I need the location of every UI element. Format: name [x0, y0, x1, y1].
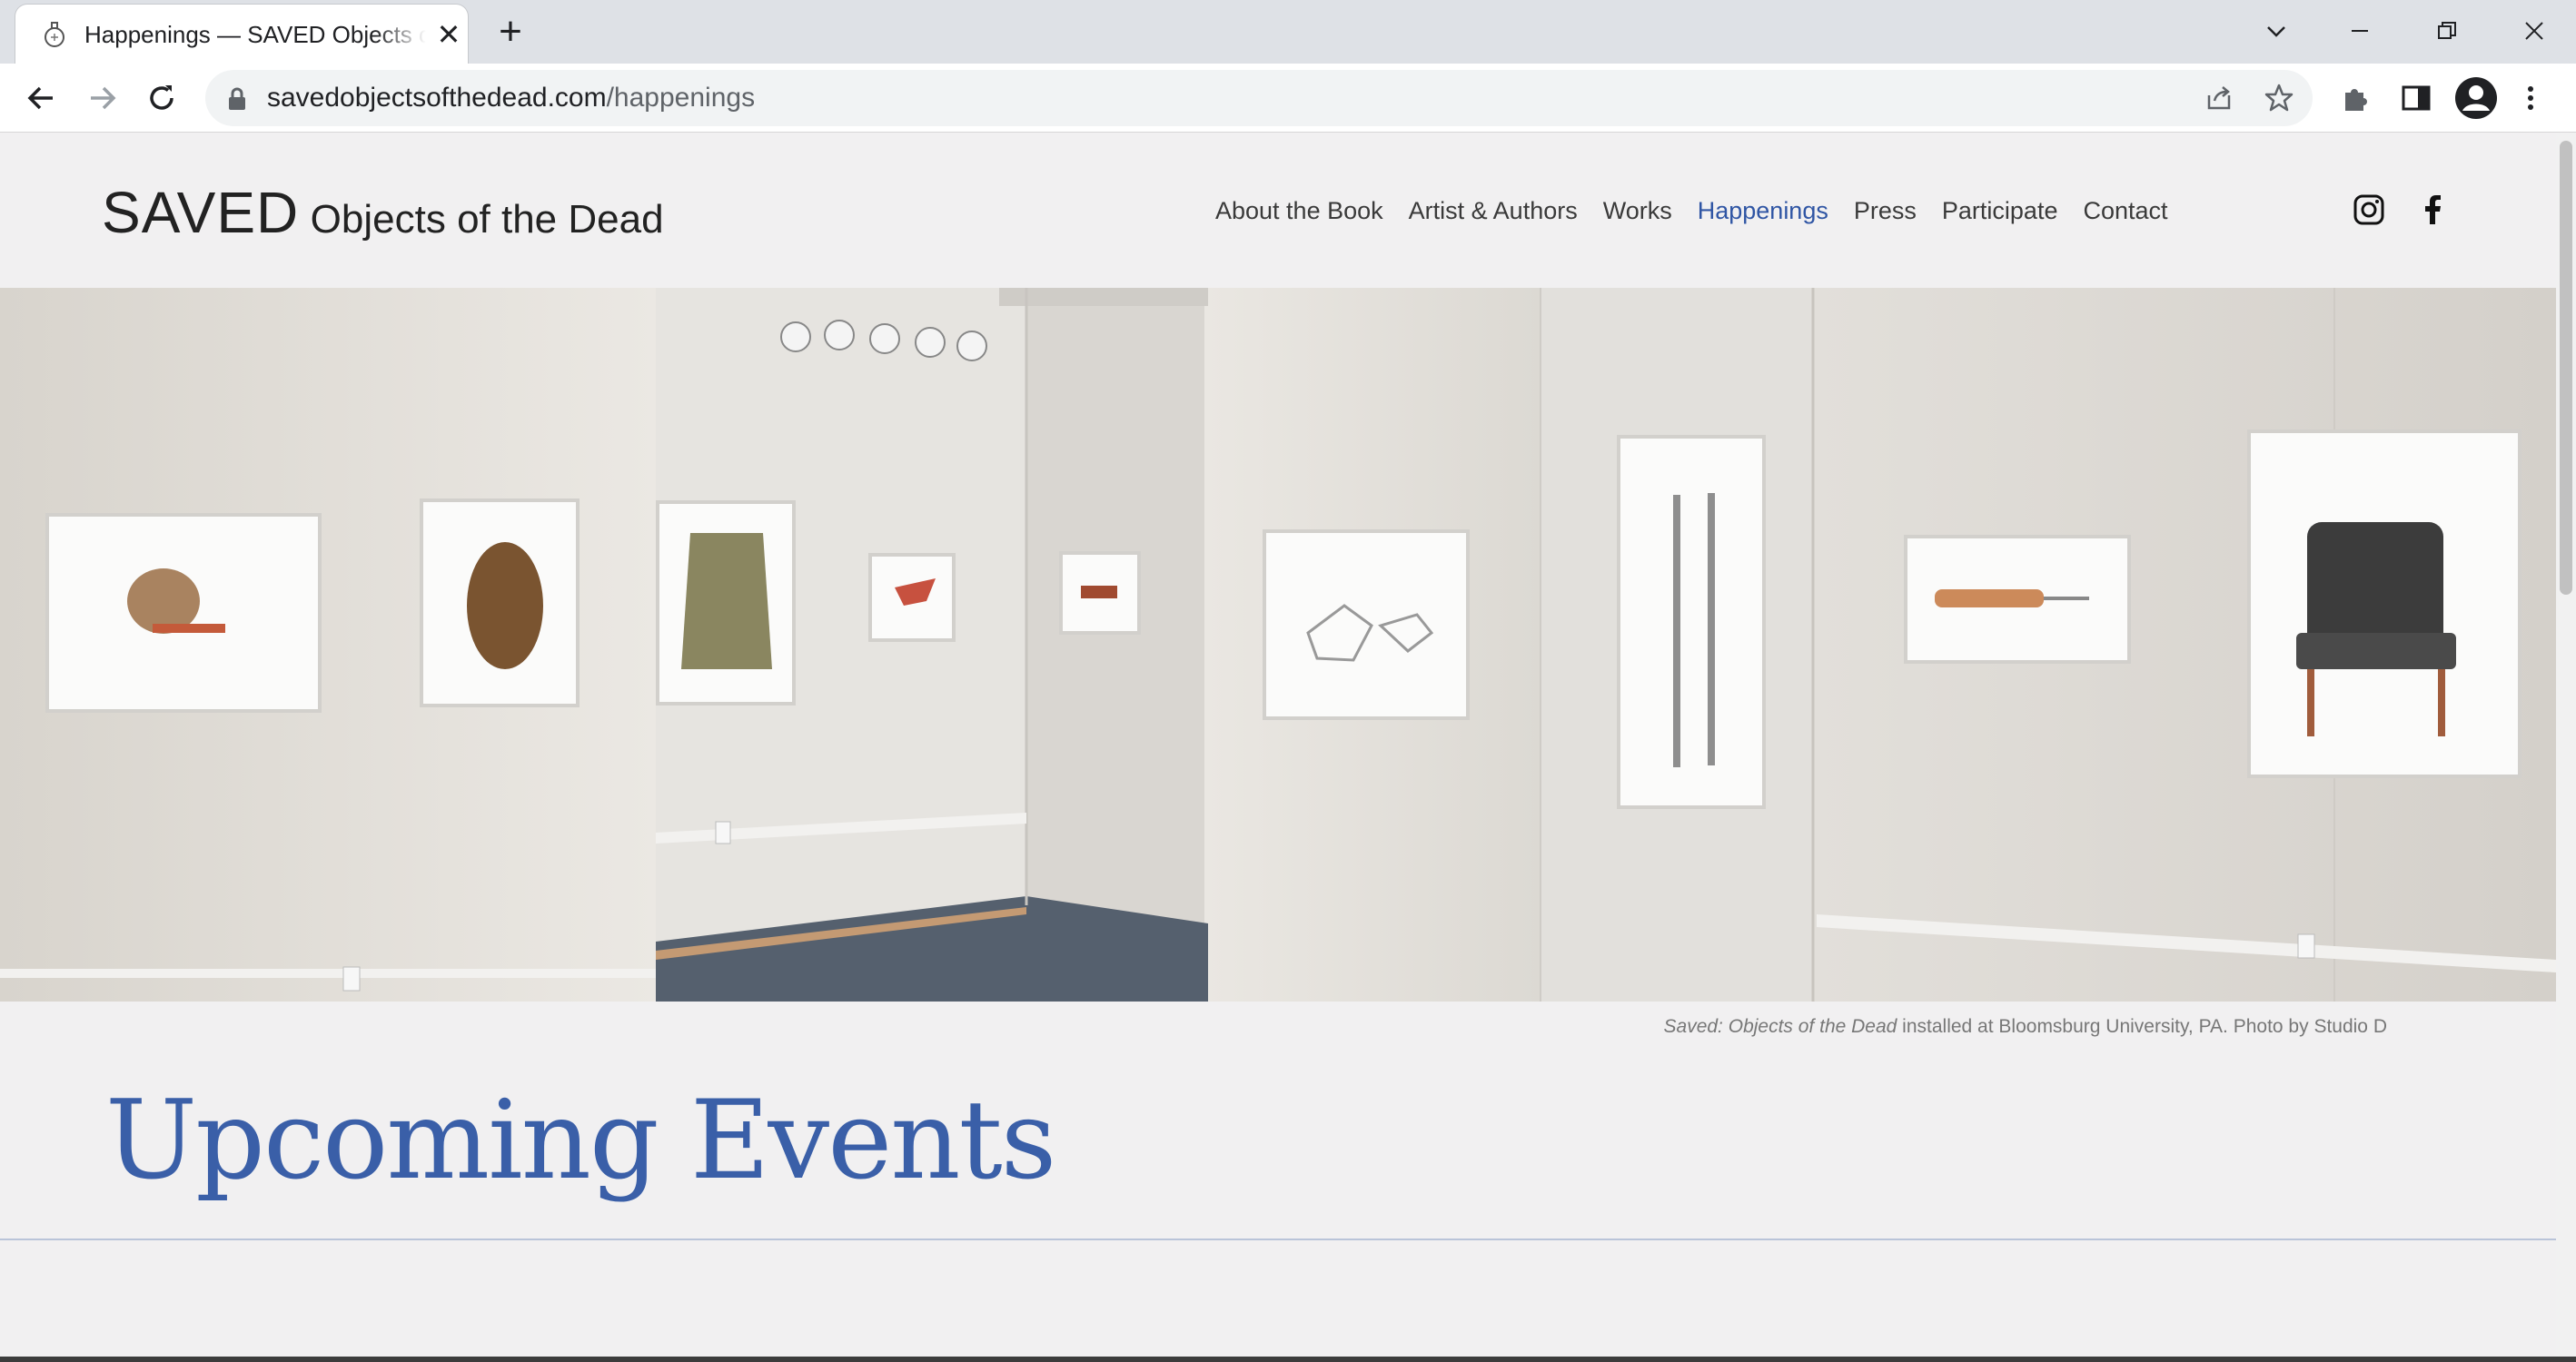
- bookmark-star-icon[interactable]: [2264, 83, 2294, 114]
- main-navigation: About the Book Artist & Authors Works Ha…: [1215, 197, 2194, 225]
- scrollbar-thumb[interactable]: [2560, 141, 2572, 595]
- reload-icon[interactable]: [144, 80, 180, 116]
- brand-sub-text: Objects of the Dead: [310, 197, 664, 242]
- url-text[interactable]: savedobjectsofthedead.com/happenings: [267, 83, 755, 114]
- profile-avatar-icon[interactable]: [2454, 76, 2498, 120]
- browser-tab-happenings[interactable]: Happenings — SAVED Objects of the Dead ✕: [15, 4, 469, 64]
- window-close-icon[interactable]: [2512, 11, 2556, 51]
- hero-gallery-image: [0, 288, 2556, 1002]
- share-icon[interactable]: [2204, 83, 2234, 114]
- nav-participate[interactable]: Participate: [1942, 197, 2058, 225]
- facebook-icon[interactable]: [2416, 193, 2449, 226]
- window-minimize-icon[interactable]: [2338, 11, 2382, 51]
- extensions-puzzle-icon[interactable]: [2338, 80, 2374, 116]
- nav-works[interactable]: Works: [1603, 197, 1672, 225]
- browser-toolbar: savedobjectsofthedead.com/happenings: [0, 64, 2576, 133]
- tab-close-icon[interactable]: ✕: [435, 20, 462, 49]
- address-bar[interactable]: savedobjectsofthedead.com/happenings: [205, 70, 2313, 126]
- tab-search-chevron-icon[interactable]: [2254, 11, 2298, 51]
- taskbar-edge: [0, 1357, 2576, 1362]
- page-title: Upcoming Events: [105, 1078, 1056, 1204]
- window-restore-icon[interactable]: [2425, 11, 2469, 51]
- browser-menu-icon[interactable]: [2522, 80, 2540, 116]
- browser-tab-strip: Happenings — SAVED Objects of the Dead ✕…: [0, 0, 2576, 64]
- tab-title: Happenings — SAVED Objects of the Dead: [84, 21, 426, 48]
- gallery-photo: [0, 288, 2556, 1002]
- section-divider: [0, 1239, 2556, 1240]
- url-path: /happenings: [606, 83, 756, 113]
- lock-icon[interactable]: [227, 87, 247, 111]
- caption-text: installed at Bloomsburg University, PA. …: [1897, 1016, 2387, 1037]
- site-favicon-icon: [45, 22, 64, 47]
- nav-artist-authors[interactable]: Artist & Authors: [1409, 197, 1578, 225]
- back-arrow-icon[interactable]: [24, 80, 60, 116]
- hero-caption: Saved: Objects of the Dead installed at …: [1664, 1016, 2387, 1038]
- nav-about-the-book[interactable]: About the Book: [1215, 197, 1383, 225]
- web-page: SAVED Objects of the Dead About the Book…: [0, 133, 2556, 1357]
- page-scrollbar[interactable]: [2556, 133, 2576, 1357]
- nav-contact[interactable]: Contact: [2083, 197, 2167, 225]
- nav-press[interactable]: Press: [1854, 197, 1917, 225]
- caption-title: Saved: Objects of the Dead: [1663, 1016, 1897, 1037]
- new-tab-button[interactable]: +: [490, 12, 530, 53]
- side-panel-icon[interactable]: [2398, 80, 2434, 116]
- instagram-icon[interactable]: [2353, 193, 2385, 226]
- site-logo[interactable]: SAVED Objects of the Dead: [102, 179, 664, 246]
- nav-happenings[interactable]: Happenings: [1698, 197, 1828, 225]
- forward-arrow-icon[interactable]: [84, 80, 120, 116]
- url-domain: savedobjectsofthedead.com: [267, 83, 607, 113]
- brand-main-text: SAVED: [102, 180, 300, 245]
